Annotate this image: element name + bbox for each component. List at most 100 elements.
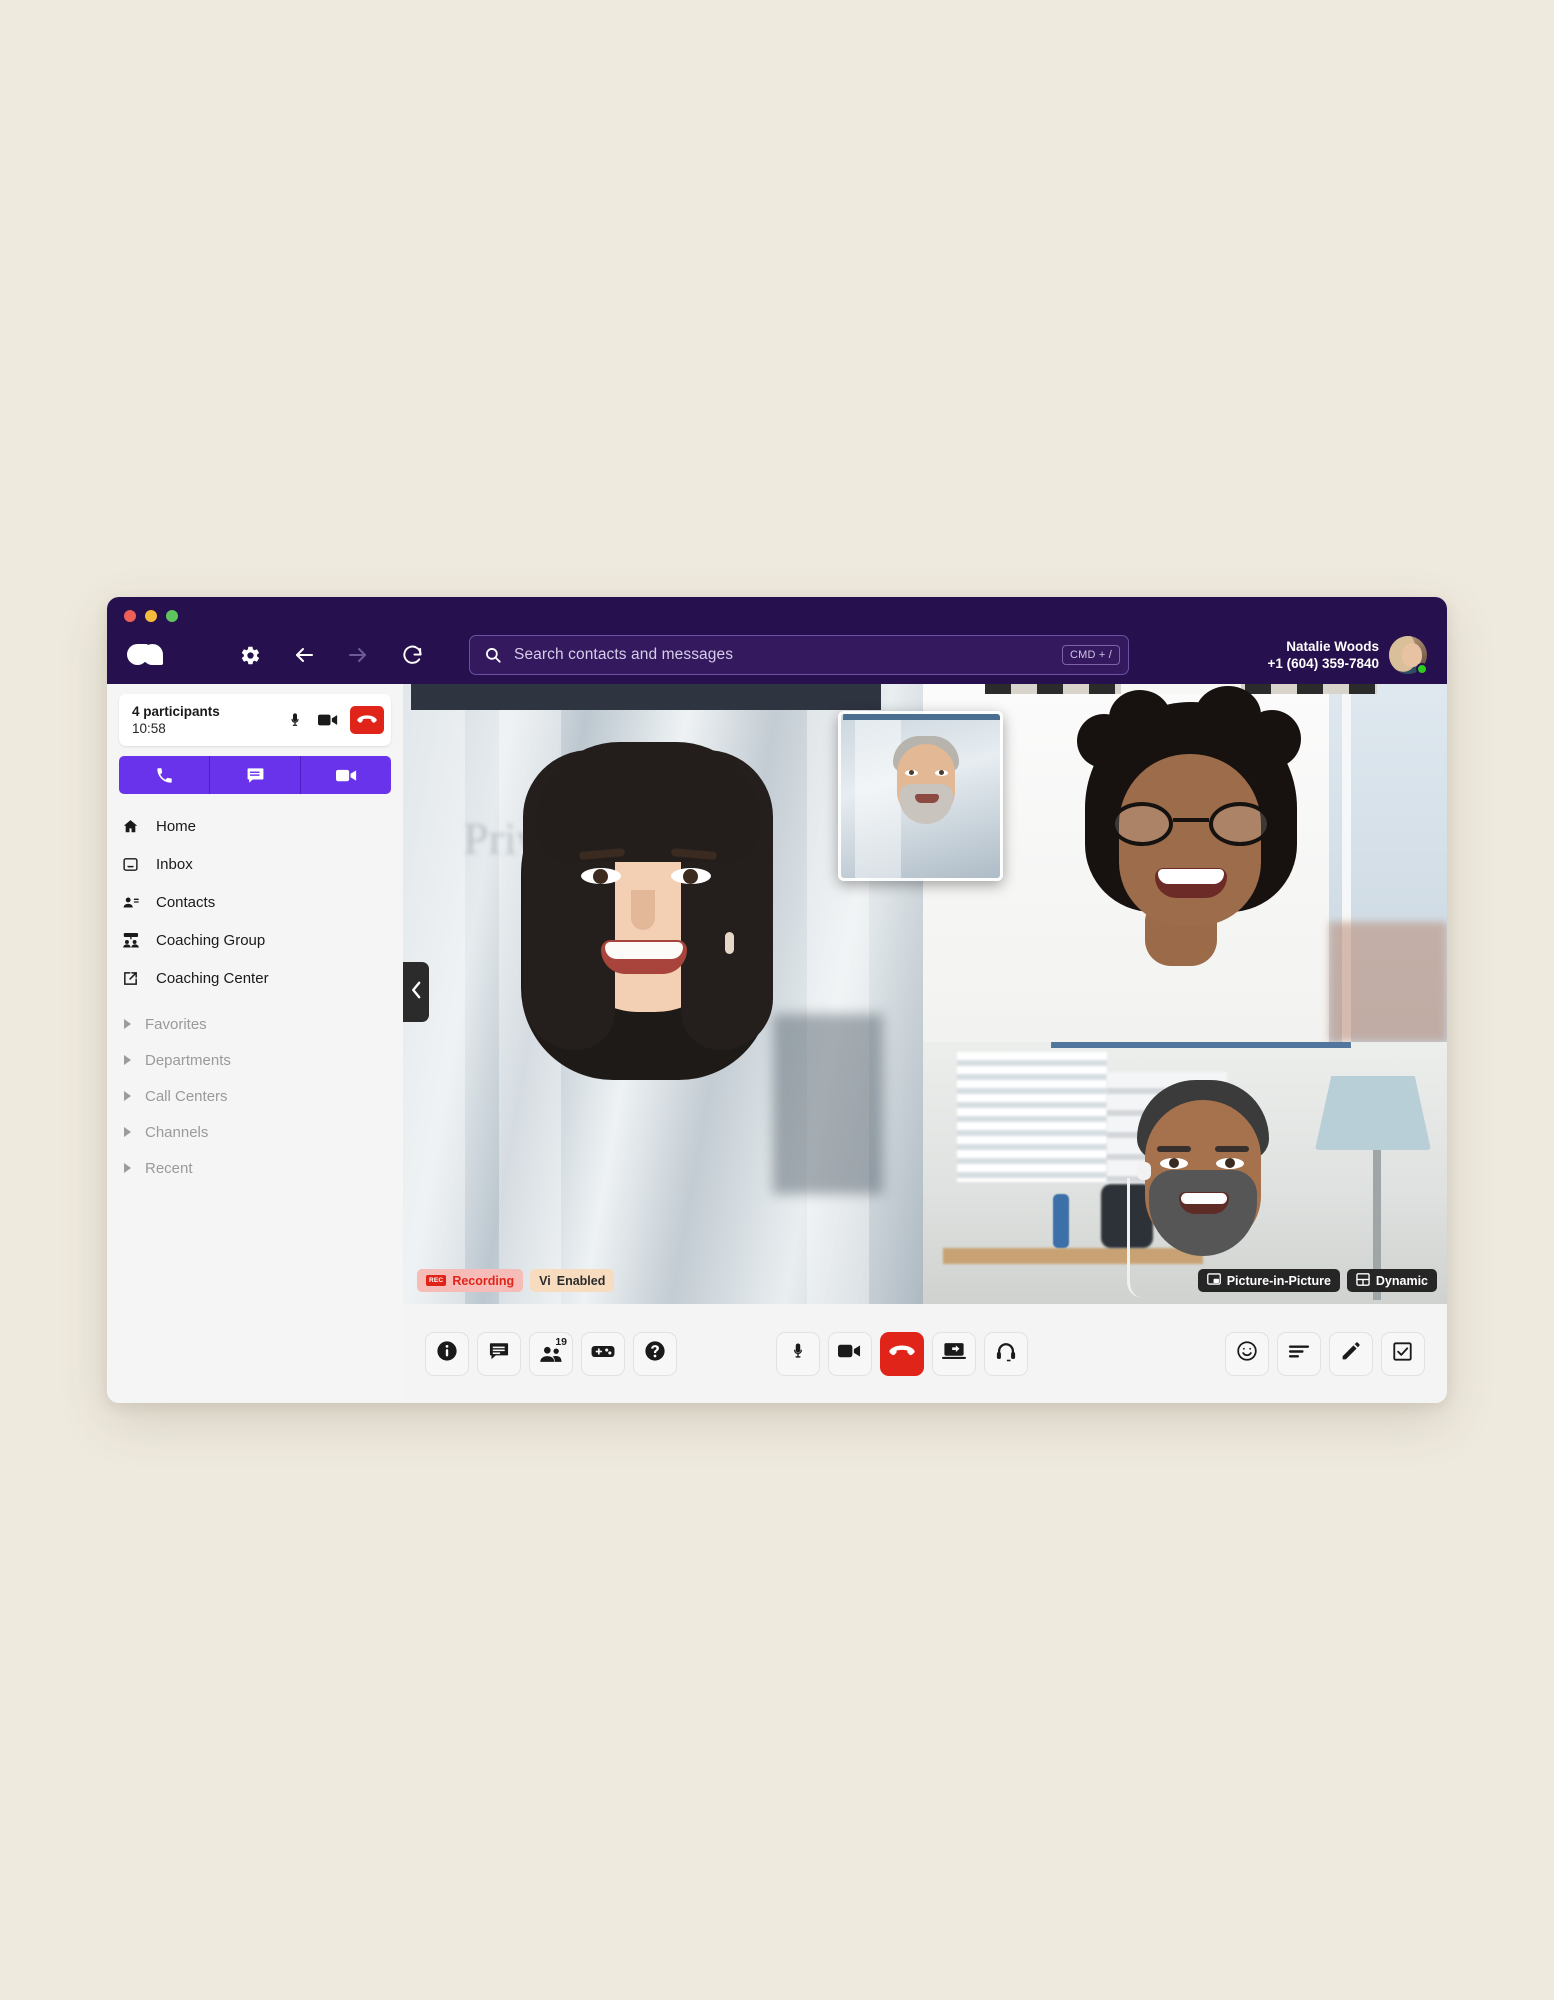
mute-button[interactable] — [775, 1331, 820, 1376]
games-button[interactable] — [581, 1331, 625, 1376]
avatar[interactable] — [1389, 636, 1428, 675]
layout-dynamic-button[interactable]: Dynamic — [1346, 1269, 1437, 1292]
chat-icon[interactable] — [210, 756, 301, 794]
recording-badge-label: Recording — [452, 1273, 515, 1288]
toolbar-right-group — [1224, 1331, 1425, 1376]
video-tile-self-view-pip[interactable] — [838, 711, 1003, 881]
people-icon — [539, 1346, 563, 1368]
list-lines-icon — [1288, 1344, 1310, 1364]
camera-button[interactable] — [827, 1331, 872, 1376]
video-status-badges: REC Recording Vi Enabled — [417, 1269, 615, 1292]
sidebar-item-home[interactable]: Home — [119, 812, 391, 840]
audio-device-button[interactable] — [983, 1331, 1028, 1376]
sidebar-item-coaching-center[interactable]: Coaching Center — [119, 964, 391, 992]
sidebar-item-coaching-group[interactable]: Coaching Group — [119, 926, 391, 954]
chevron-left-icon — [410, 980, 423, 1005]
sidebar-item-label: Home — [156, 817, 197, 835]
search-shortcut-badge: CMD + / — [1061, 645, 1120, 665]
share-screen-button[interactable] — [931, 1331, 976, 1376]
phone-icon[interactable] — [119, 756, 210, 794]
call-participant-count: 4 participants — [132, 704, 220, 719]
vi-badge-label: Enabled — [556, 1273, 606, 1288]
pip-badge-label: Picture-in-Picture — [1226, 1273, 1331, 1288]
active-call-card[interactable]: 4 participants 10:58 — [119, 694, 391, 746]
tasks-button[interactable] — [1380, 1331, 1425, 1376]
picture-in-picture-button[interactable]: Picture-in-Picture — [1197, 1269, 1340, 1292]
inbox-icon — [122, 856, 146, 873]
sidebar-item-label: Inbox — [156, 855, 193, 873]
sidebar-item-label: Coaching Center — [156, 969, 269, 987]
window-controls[interactable] — [124, 610, 178, 622]
video-tile-participant-bottom-right[interactable] — [923, 1042, 1447, 1304]
smiley-icon — [1236, 1340, 1258, 1367]
sidebar-section-label: Call Centers — [145, 1087, 228, 1105]
user-name: Natalie Woods — [1286, 638, 1379, 654]
chevron-right-icon — [124, 1163, 131, 1173]
sidebar-item-label: Coaching Group — [156, 931, 266, 949]
video-camera-icon — [838, 1343, 861, 1364]
sidebar-section-channels[interactable]: Channels — [119, 1120, 391, 1144]
vi-chip-label: Vi — [539, 1273, 551, 1288]
sidebar-section-favorites[interactable]: Favorites — [119, 1012, 391, 1036]
gear-icon[interactable] — [233, 638, 267, 672]
user-profile[interactable]: Natalie Woods +1 (604) 359-7840 — [1267, 636, 1431, 675]
grid-layout-icon — [1356, 1272, 1370, 1289]
recording-badge[interactable]: REC Recording — [417, 1269, 524, 1292]
page-background: Search contacts and messages CMD + / Nat… — [0, 0, 1554, 2000]
video-camera-icon[interactable] — [301, 756, 391, 794]
maximize-window-button[interactable] — [166, 610, 178, 622]
video-camera-icon[interactable] — [317, 709, 339, 731]
video-feed-bottom-right — [923, 1042, 1447, 1304]
external-link-icon — [122, 970, 146, 987]
search-placeholder: Search contacts and messages — [514, 646, 734, 663]
whiteboard-button[interactable] — [1328, 1331, 1373, 1376]
arrow-left-icon[interactable] — [287, 638, 321, 672]
video-grid: Priv REC Recording Vi Enabled Picture-in… — [403, 684, 1447, 1304]
sidebar-section-label: Departments — [145, 1051, 231, 1069]
sidebar-item-inbox[interactable]: Inbox — [119, 850, 391, 878]
chevron-right-icon — [124, 1127, 131, 1137]
app-header: Search contacts and messages CMD + / Nat… — [107, 597, 1447, 684]
chevron-right-icon — [124, 1091, 131, 1101]
chevron-right-icon — [124, 1055, 131, 1065]
video-feed-pip — [841, 714, 1000, 878]
sidebar-item-contacts[interactable]: Contacts — [119, 888, 391, 916]
close-window-button[interactable] — [124, 610, 136, 622]
toolbar-left-group: 19 — [425, 1331, 677, 1376]
call-toolbar: 19 — [403, 1304, 1447, 1403]
pip-icon — [1206, 1273, 1221, 1288]
app-window: Search contacts and messages CMD + / Nat… — [107, 597, 1447, 1403]
sidebar-section-label: Favorites — [145, 1015, 207, 1033]
headset-icon — [995, 1341, 1017, 1367]
participants-button[interactable]: 19 — [529, 1331, 573, 1376]
help-button[interactable] — [633, 1331, 677, 1376]
search-input[interactable]: Search contacts and messages CMD + / — [469, 635, 1129, 675]
sidebar-section-call-centers[interactable]: Call Centers — [119, 1084, 391, 1108]
status-badge — [1416, 663, 1428, 675]
user-phone: +1 (604) 359-7840 — [1267, 656, 1379, 671]
microphone-icon[interactable] — [284, 709, 306, 731]
end-call-icon — [889, 1344, 915, 1364]
question-icon — [644, 1340, 666, 1367]
info-icon — [436, 1340, 458, 1367]
coaching-group-icon — [122, 931, 146, 949]
reactions-button[interactable] — [1224, 1331, 1269, 1376]
dynamic-badge-label: Dynamic — [1375, 1273, 1428, 1288]
sidebar-sections: Favorites Departments Call Centers Chann… — [119, 1012, 391, 1180]
sidebar-section-departments[interactable]: Departments — [119, 1048, 391, 1072]
primary-nav: Home Inbox Contacts Coaching Group Coach… — [119, 812, 391, 992]
arrow-right-icon[interactable] — [341, 638, 375, 672]
refresh-icon[interactable] — [395, 638, 429, 672]
call-info-button[interactable] — [425, 1331, 469, 1376]
collapse-sidebar-button[interactable] — [403, 962, 429, 1022]
sidebar-section-recent[interactable]: Recent — [119, 1156, 391, 1180]
chevron-right-icon — [124, 1019, 131, 1029]
video-layout-badges: Picture-in-Picture Dynamic — [1197, 1269, 1437, 1292]
end-call-button[interactable] — [879, 1331, 924, 1376]
vi-badge[interactable]: Vi Enabled — [530, 1269, 615, 1292]
end-call-button[interactable] — [350, 706, 384, 734]
chat-button[interactable] — [477, 1331, 521, 1376]
toolbar-center-group — [775, 1331, 1028, 1376]
minimize-window-button[interactable] — [145, 610, 157, 622]
transcript-button[interactable] — [1276, 1331, 1321, 1376]
